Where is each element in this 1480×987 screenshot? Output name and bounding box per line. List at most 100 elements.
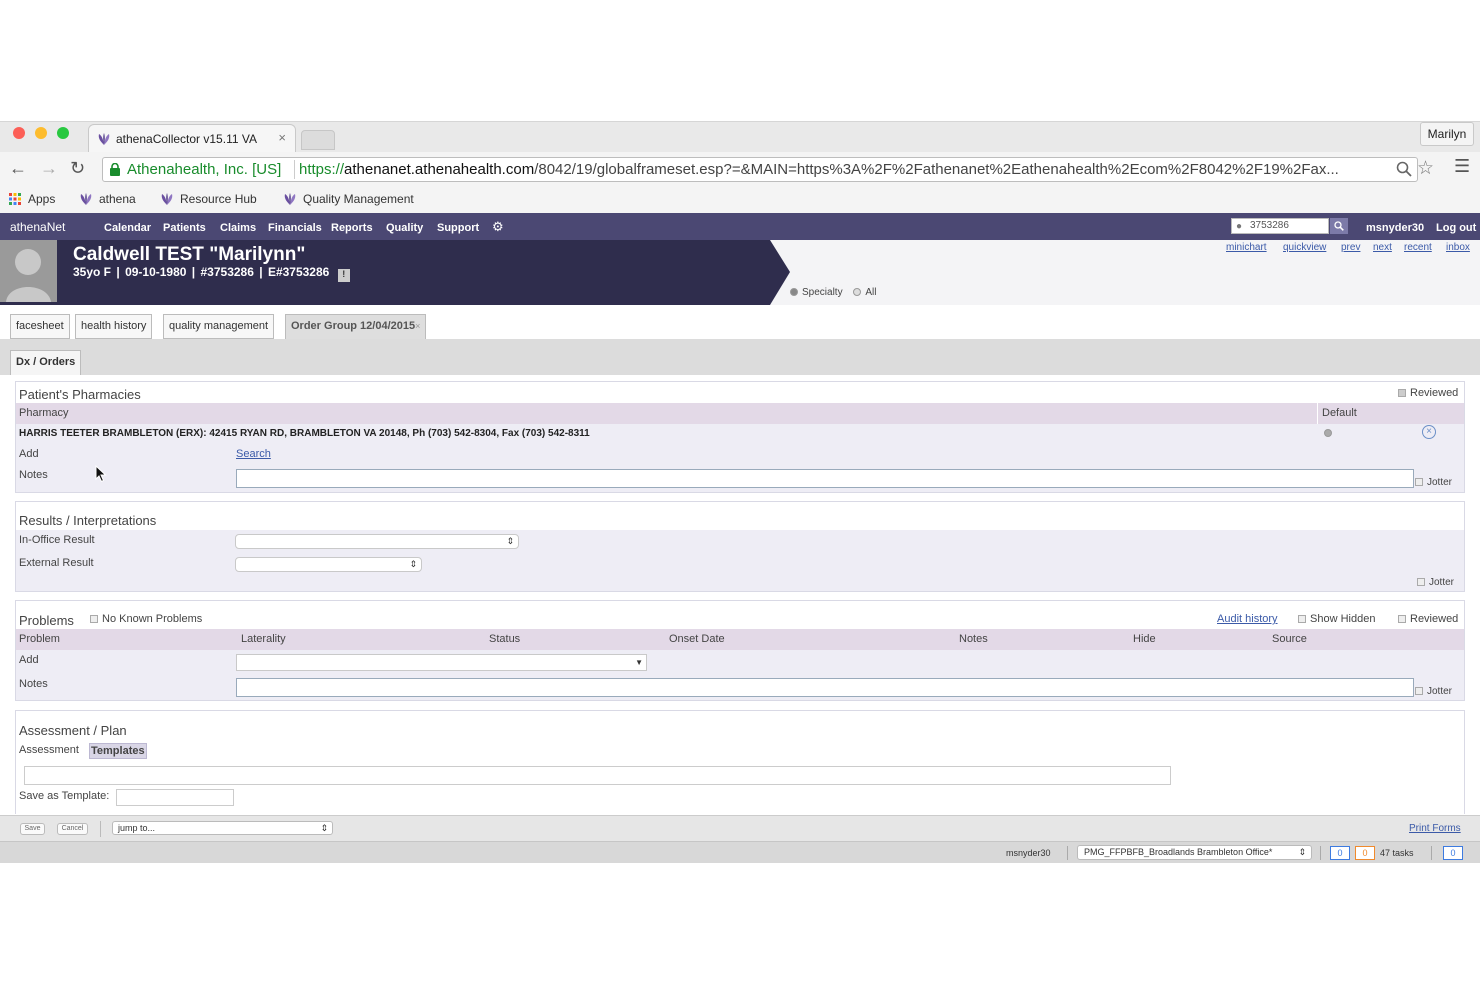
pharmacy-jotter-checkbox[interactable]: Jotter bbox=[1415, 477, 1452, 488]
avatar[interactable] bbox=[0, 240, 57, 302]
tasks-count[interactable]: 47 tasks bbox=[1380, 848, 1414, 858]
subtab-dx-orders[interactable]: Dx / Orders bbox=[10, 350, 82, 375]
search-icon bbox=[1334, 221, 1344, 231]
browser-tab[interactable]: athenaCollector v15.11 VA × bbox=[88, 124, 296, 152]
bookmark-label: Quality Management bbox=[303, 192, 414, 206]
zoom-search-icon[interactable] bbox=[1396, 161, 1412, 177]
assessment-label[interactable]: Assessment bbox=[19, 744, 79, 756]
action-divider bbox=[100, 821, 101, 837]
forward-arrow-icon[interactable]: → bbox=[40, 158, 58, 179]
audit-history-link[interactable]: Audit history bbox=[1217, 613, 1278, 625]
bookmark-apps[interactable]: Apps bbox=[8, 192, 55, 206]
templates-button[interactable]: Templates bbox=[89, 743, 147, 759]
address-bar[interactable]: Athenahealth, Inc. [US] https://athenane… bbox=[102, 157, 1418, 182]
save-as-template-input[interactable] bbox=[116, 789, 234, 806]
search-button[interactable] bbox=[1330, 218, 1348, 234]
select-arrows-icon: ⇕ bbox=[1298, 847, 1306, 857]
profile-button[interactable]: Marilyn bbox=[1420, 122, 1474, 146]
close-window-button[interactable] bbox=[13, 127, 25, 139]
nav-claims[interactable]: Claims bbox=[220, 222, 256, 234]
tab-order-group[interactable]: Order Group 12/04/2015× bbox=[285, 314, 427, 340]
print-forms-link[interactable]: Print Forms bbox=[1409, 823, 1461, 834]
remove-pharmacy-icon[interactable]: × bbox=[1422, 425, 1436, 439]
athena-leaf-icon bbox=[161, 193, 173, 205]
pharmacy-search-link[interactable]: Search bbox=[236, 448, 271, 460]
link-inbox[interactable]: inbox bbox=[1446, 242, 1470, 253]
nav-financials[interactable]: Financials bbox=[268, 222, 322, 234]
bookmark-star-icon[interactable]: ☆ bbox=[1417, 157, 1434, 180]
username-label: msnyder30 bbox=[1366, 222, 1425, 234]
tab-close-icon[interactable]: × bbox=[278, 130, 286, 145]
no-known-problems-label: No Known Problems bbox=[102, 613, 203, 625]
scope-specialty-radio[interactable]: Specialty bbox=[790, 287, 843, 298]
jump-to-select[interactable]: jump to... ⇕ bbox=[112, 821, 333, 835]
nav-patients[interactable]: Patients bbox=[163, 222, 206, 234]
pharmacy-entry: HARRIS TEETER BRAMBLETON (ERX): 42415 RY… bbox=[19, 428, 590, 439]
bookmark-quality-management[interactable]: Quality Management bbox=[283, 192, 414, 206]
bookmark-athena[interactable]: athena bbox=[79, 192, 136, 206]
problems-panel: Problems No Known Problems Audit history… bbox=[15, 600, 1465, 701]
link-recent[interactable]: recent bbox=[1404, 242, 1432, 253]
settings-gear-icon[interactable]: ⚙ bbox=[492, 219, 504, 235]
problem-notes-input[interactable] bbox=[236, 678, 1414, 697]
problems-reviewed-checkbox[interactable]: Reviewed bbox=[1398, 613, 1458, 625]
cancel-button[interactable]: Cancel bbox=[57, 823, 88, 835]
blue-counter-badge[interactable]: 0 bbox=[1330, 846, 1350, 860]
menu-icon[interactable]: ☰ bbox=[1454, 156, 1470, 177]
link-quickview[interactable]: quickview bbox=[1283, 242, 1326, 253]
external-result-select[interactable]: ⇕ bbox=[235, 557, 422, 572]
pharmacies-header: Pharmacy Default bbox=[16, 403, 1464, 424]
patient-search-input[interactable]: ● 3753286 bbox=[1231, 218, 1329, 234]
save-button[interactable]: Save bbox=[20, 823, 45, 835]
nav-support[interactable]: Support bbox=[437, 222, 479, 234]
nav-calendar[interactable]: Calendar bbox=[104, 222, 151, 234]
link-prev[interactable]: prev bbox=[1341, 242, 1360, 253]
tab-facesheet[interactable]: facesheet bbox=[10, 314, 70, 339]
nav-reports[interactable]: Reports bbox=[331, 222, 373, 234]
problem-add-select[interactable]: ▼ bbox=[236, 654, 647, 671]
messages-counter-badge[interactable]: 0 bbox=[1443, 846, 1463, 860]
app-nav-bar: athenaNet Calendar Patients Claims Finan… bbox=[0, 213, 1480, 240]
bookmark-label: athena bbox=[99, 192, 136, 206]
default-pharmacy-radio[interactable] bbox=[1324, 429, 1332, 437]
nav-quality[interactable]: Quality bbox=[386, 222, 423, 234]
reload-icon[interactable]: ↻ bbox=[70, 158, 85, 179]
tab-health-history[interactable]: health history bbox=[75, 314, 153, 339]
department-value: PMG_FFPBFB_Broadlands Brambleton Office* bbox=[1084, 847, 1273, 857]
problems-jotter-checkbox[interactable]: Jotter bbox=[1415, 686, 1452, 697]
select-arrows-icon: ⇕ bbox=[506, 536, 514, 546]
alert-icon[interactable]: ! bbox=[337, 269, 350, 282]
tab-quality-management[interactable]: quality management bbox=[163, 314, 275, 339]
in-office-result-select[interactable]: ⇕ bbox=[235, 534, 519, 549]
jump-to-value: jump to... bbox=[118, 823, 156, 833]
browser-chrome: athenaCollector v15.11 VA × Marilyn ← → … bbox=[0, 121, 1480, 214]
logout-link[interactable]: Log out bbox=[1436, 222, 1476, 234]
secure-label: Athenahealth, Inc. [US] bbox=[127, 161, 282, 178]
col-source: Source bbox=[1272, 633, 1307, 645]
col-notes: Notes bbox=[959, 633, 988, 645]
scope-all-radio[interactable]: All bbox=[853, 287, 876, 298]
no-known-problems-checkbox[interactable]: No Known Problems bbox=[90, 613, 202, 625]
assessment-textarea[interactable] bbox=[24, 766, 1171, 785]
maximize-window-button[interactable] bbox=[57, 127, 69, 139]
scope-all-label: All bbox=[865, 287, 877, 298]
bookmark-label: Apps bbox=[28, 192, 56, 206]
orange-counter-badge[interactable]: 0 bbox=[1355, 846, 1375, 860]
back-arrow-icon[interactable]: ← bbox=[9, 158, 27, 179]
tab-order-group-close-icon[interactable]: × bbox=[415, 321, 420, 331]
link-next[interactable]: next bbox=[1373, 242, 1392, 253]
problems-title: Problems bbox=[19, 613, 74, 628]
browser-toolbar: ← → ↻ Athenahealth, Inc. [US] https://at… bbox=[0, 152, 1480, 186]
pharmacies-reviewed-checkbox[interactable]: Reviewed bbox=[1398, 387, 1458, 399]
minimize-window-button[interactable] bbox=[35, 127, 47, 139]
pharmacies-panel: Patient's Pharmacies Reviewed Pharmacy D… bbox=[15, 381, 1465, 493]
link-minichart[interactable]: minichart bbox=[1226, 242, 1267, 253]
results-jotter-checkbox[interactable]: Jotter bbox=[1417, 577, 1454, 588]
department-select[interactable]: PMG_FFPBFB_Broadlands Brambleton Office*… bbox=[1077, 845, 1312, 860]
patient-eid: E#3753286 bbox=[267, 265, 330, 279]
new-tab-button[interactable] bbox=[301, 130, 335, 150]
show-hidden-checkbox[interactable]: Show Hidden bbox=[1298, 613, 1375, 625]
pharmacy-notes-input[interactable] bbox=[236, 469, 1414, 488]
athenanet-logo[interactable]: athenaNet bbox=[10, 220, 65, 234]
bookmark-resource-hub[interactable]: Resource Hub bbox=[160, 192, 257, 206]
